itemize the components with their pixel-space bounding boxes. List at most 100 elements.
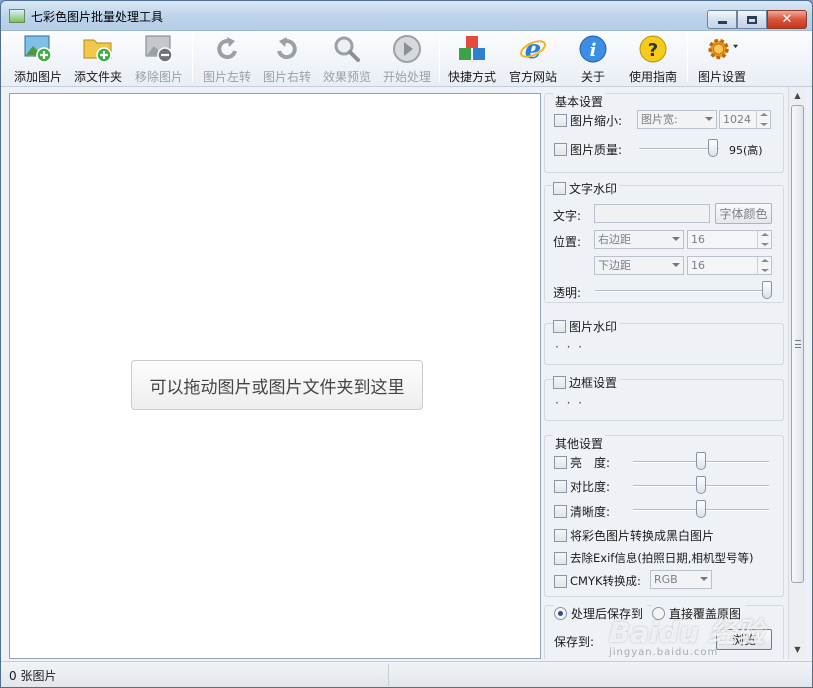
quality-checkbox[interactable]: 图片质量: — [554, 141, 622, 158]
vertical-margin-stepper[interactable]: 16 — [687, 256, 772, 275]
checkbox[interactable] — [553, 376, 566, 389]
app-icon — [9, 9, 25, 23]
contrast-slider-thumb[interactable] — [696, 476, 706, 494]
quality-slider-thumb[interactable] — [708, 139, 719, 157]
app-window: 七彩色图片批量处理工具 ✕ 添加图片 添文件夹 移除图片 图片左转 图片右转 效… — [0, 0, 813, 688]
toolbar-label: 添加图片 — [13, 70, 62, 84]
rotate-right-button[interactable]: 图片右转 — [258, 33, 316, 85]
remove-image-button[interactable]: 移除图片 — [130, 33, 188, 85]
remove-exif-label: 去除Exif信息(拍照日期,相机型号等) — [570, 551, 754, 565]
brightness-checkbox[interactable]: 亮 度: — [554, 454, 610, 471]
close-icon: ✕ — [781, 12, 793, 27]
minimize-button[interactable] — [707, 10, 737, 29]
text-watermark-group: 文字水印 文字: 字体颜色 位置: 右边距 16 下边距 16 透明: — [544, 180, 784, 303]
add-folder-button[interactable]: 添文件夹 — [69, 33, 127, 85]
select-value: 下边距 — [598, 259, 631, 272]
cmyk-target-select[interactable]: RGB — [650, 570, 712, 589]
vertical-margin-select[interactable]: 下边距 — [594, 256, 684, 275]
image-watermark-group: 图片水印 · · · — [544, 318, 784, 365]
shrink-value-stepper[interactable]: 1024 — [719, 110, 771, 129]
sharpness-checkbox[interactable]: 清晰度: — [554, 503, 610, 520]
image-drop-area[interactable]: 可以拖动图片或图片文件夹到这里 — [9, 93, 541, 659]
checkbox[interactable] — [554, 505, 567, 518]
checkbox[interactable] — [554, 143, 567, 156]
spin-arrows-icon[interactable] — [757, 257, 771, 274]
chevron-down-icon — [672, 237, 680, 241]
image-count: 0 张图片 — [9, 669, 57, 683]
sharpness-label: 清晰度: — [570, 505, 611, 519]
shortcut-button[interactable]: 快捷方式 — [445, 33, 499, 85]
contrast-checkbox[interactable]: 对比度: — [554, 478, 610, 495]
settings-scrollbar[interactable]: ▲ ▼ — [788, 87, 806, 659]
spin-arrows-icon[interactable] — [757, 231, 771, 248]
start-process-button[interactable]: 开始处理 — [378, 33, 436, 85]
title-bar[interactable]: 七彩色图片批量处理工具 ✕ — [1, 1, 812, 31]
toolbar: 添加图片 添文件夹 移除图片 图片左转 图片右转 效果预览 开始处理 快捷方式 … — [1, 31, 812, 87]
image-settings-button[interactable]: 图片设置 — [693, 33, 751, 85]
select-value: 右边距 — [598, 233, 631, 246]
chevron-down-icon — [672, 263, 680, 267]
maximize-button[interactable] — [737, 10, 767, 29]
border-settings-checkbox[interactable]: 边框设置 — [553, 374, 620, 391]
checkbox[interactable] — [554, 574, 567, 588]
spin-arrows-icon[interactable] — [756, 111, 770, 128]
toolbar-label: 官方网站 — [508, 70, 557, 84]
opacity-slider-thumb[interactable] — [762, 281, 772, 299]
opacity-slider-track[interactable] — [595, 290, 767, 292]
scroll-up-icon[interactable]: ▲ — [789, 87, 806, 104]
svg-text:?: ? — [648, 40, 658, 61]
basic-settings-group: 基本设置 图片缩小: 图片宽: 1024 图片质量: 95(高) — [544, 93, 784, 173]
grayscale-checkbox[interactable]: 将彩色图片转换成黑白图片 — [554, 527, 714, 544]
about-button[interactable]: i 关于 — [569, 33, 617, 85]
toolbar-label: 关于 — [580, 70, 605, 84]
checkbox[interactable] — [554, 480, 567, 493]
rotate-left-button[interactable]: 图片左转 — [198, 33, 256, 85]
checkbox[interactable] — [554, 456, 567, 469]
image-watermark-checkbox[interactable]: 图片水印 — [553, 318, 620, 335]
scroll-thumb[interactable] — [791, 105, 804, 583]
window-title: 七彩色图片批量处理工具 — [31, 10, 164, 24]
remove-exif-checkbox[interactable]: 去除Exif信息(拍照日期,相机型号等) — [554, 550, 753, 566]
cmyk-label: CMYK转换成: — [570, 574, 641, 588]
magnifier-icon — [330, 33, 364, 65]
preview-button[interactable]: 效果预览 — [318, 33, 376, 85]
add-image-icon — [21, 33, 55, 65]
official-site-button[interactable]: e 官方网站 — [505, 33, 561, 85]
add-image-button[interactable]: 添加图片 — [9, 33, 67, 85]
font-color-button[interactable]: 字体颜色 — [715, 203, 772, 224]
position-label: 位置: — [553, 235, 582, 249]
text-watermark-checkbox[interactable]: 文字水印 — [553, 180, 620, 197]
svg-text:e: e — [525, 35, 542, 64]
toolbar-separator — [687, 36, 688, 82]
horizontal-margin-stepper[interactable]: 16 — [687, 230, 772, 249]
other-settings-group: 其他设置 亮 度: 对比度: 清晰度: 将彩色图片转换成黑白图片 去除Exif信… — [544, 435, 784, 597]
quality-label: 图片质量: — [570, 143, 623, 157]
toolbar-label: 图片右转 — [262, 70, 311, 84]
toolbar-label: 使用指南 — [628, 70, 677, 84]
checkbox[interactable] — [554, 529, 567, 542]
checkbox[interactable] — [553, 320, 566, 333]
cmyk-checkbox[interactable]: CMYK转换成: — [554, 573, 641, 589]
group-title: 图片水印 — [569, 320, 618, 334]
checkbox[interactable] — [554, 114, 567, 127]
sharpness-slider-thumb[interactable] — [696, 500, 706, 518]
collapsed-indicator: · · · — [555, 396, 585, 410]
brightness-slider-thumb[interactable] — [696, 452, 706, 470]
cubes-icon — [455, 33, 489, 65]
shrink-checkbox[interactable]: 图片缩小: — [554, 112, 622, 129]
quality-slider-track[interactable] — [639, 148, 719, 150]
stepper-value: 1024 — [723, 113, 751, 126]
svg-text:i: i — [590, 40, 597, 61]
grip-icon — [795, 340, 801, 348]
checkbox[interactable] — [554, 551, 567, 565]
group-title: 其他设置 — [553, 435, 606, 452]
close-button[interactable]: ✕ — [767, 10, 807, 29]
watermark-text-input[interactable] — [594, 204, 710, 223]
toolbar-separator — [192, 36, 193, 82]
shrink-mode-select[interactable]: 图片宽: — [637, 110, 717, 129]
radio-selected[interactable] — [554, 607, 567, 620]
checkbox[interactable] — [553, 182, 566, 195]
user-guide-button[interactable]: ? 使用指南 — [625, 33, 681, 85]
remove-image-icon — [142, 33, 176, 65]
horizontal-margin-select[interactable]: 右边距 — [594, 230, 684, 249]
